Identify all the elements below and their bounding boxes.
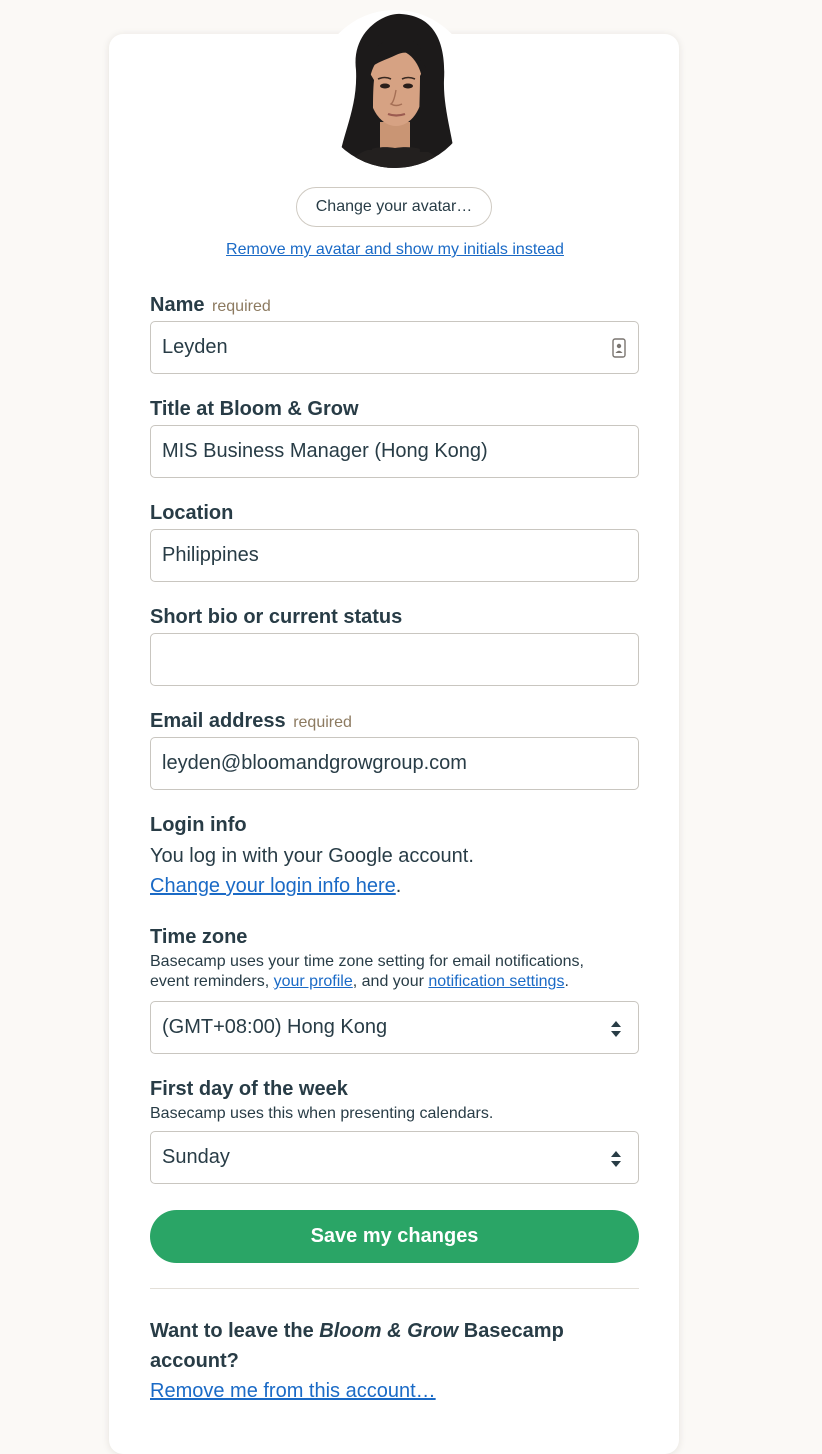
timezone-help-prefix: event reminders, [150,973,274,990]
title-input[interactable] [162,440,627,463]
week-start-help: Basecamp uses this when presenting calen… [150,1105,494,1122]
login-link-suffix: . [395,875,402,897]
name-label-text: Name [150,294,205,316]
week-start-selected-value: Sunday [162,1146,230,1168]
email-field[interactable] [150,737,639,790]
name-input[interactable] [162,336,627,359]
title-label: Title at Bloom & Grow [150,398,359,420]
week-start-select[interactable]: Sunday [150,1131,639,1184]
leave-heading-account: Bloom & Grow [319,1320,459,1342]
login-info-line: Change your login info here. [150,875,401,898]
timezone-selected-value: (GMT+08:00) Hong Kong [162,1016,388,1038]
select-arrows-icon [611,1151,621,1167]
timezone-select[interactable]: (GMT+08:00) Hong Kong [150,1001,639,1054]
bio-field[interactable] [150,633,639,686]
bio-input[interactable] [162,648,627,671]
timezone-help-suffix: . [564,973,569,990]
email-label-text: Email address [150,710,286,732]
timezone-help-line1: Basecamp uses your time zone setting for… [150,953,584,970]
week-start-label: First day of the week [150,1078,348,1100]
timezone-help-line2: event reminders, your profile, and your … [150,972,569,992]
select-arrows-icon [611,1021,621,1037]
name-label: Name required [150,294,271,317]
timezone-label: Time zone [150,926,248,948]
location-input[interactable] [162,544,627,567]
avatar-photo [316,10,474,168]
bio-label: Short bio or current status [150,606,403,628]
email-input[interactable] [162,752,627,775]
section-divider [150,1288,639,1289]
notification-settings-link[interactable]: notification settings [428,973,564,990]
leave-account-heading: Want to leave the Bloom & Grow Basecamp … [150,1316,620,1376]
name-required-note: required [212,298,271,315]
remove-avatar-link[interactable]: Remove my avatar and show my initials in… [150,241,640,259]
location-label: Location [150,502,234,524]
leave-heading-prefix: Want to leave the [150,1320,320,1342]
save-changes-button[interactable]: Save my changes [150,1210,639,1263]
avatar [316,10,474,168]
remove-from-account-link[interactable]: Remove me from this account… [150,1380,436,1402]
name-field[interactable] [150,321,639,374]
email-required-note: required [293,714,352,731]
change-avatar-button[interactable]: Change your avatar… [296,187,492,227]
your-profile-link[interactable]: your profile [274,973,353,990]
timezone-help-mid: , and your [352,973,429,990]
login-info-text: You log in with your Google account. [150,845,474,867]
login-info-label: Login info [150,814,247,836]
leave-account-line: Remove me from this account… [150,1380,436,1403]
change-login-info-link[interactable]: Change your login info here [150,875,396,897]
location-field[interactable] [150,529,639,582]
title-field[interactable] [150,425,639,478]
email-label: Email address required [150,710,352,733]
contact-card-icon[interactable] [612,338,626,358]
